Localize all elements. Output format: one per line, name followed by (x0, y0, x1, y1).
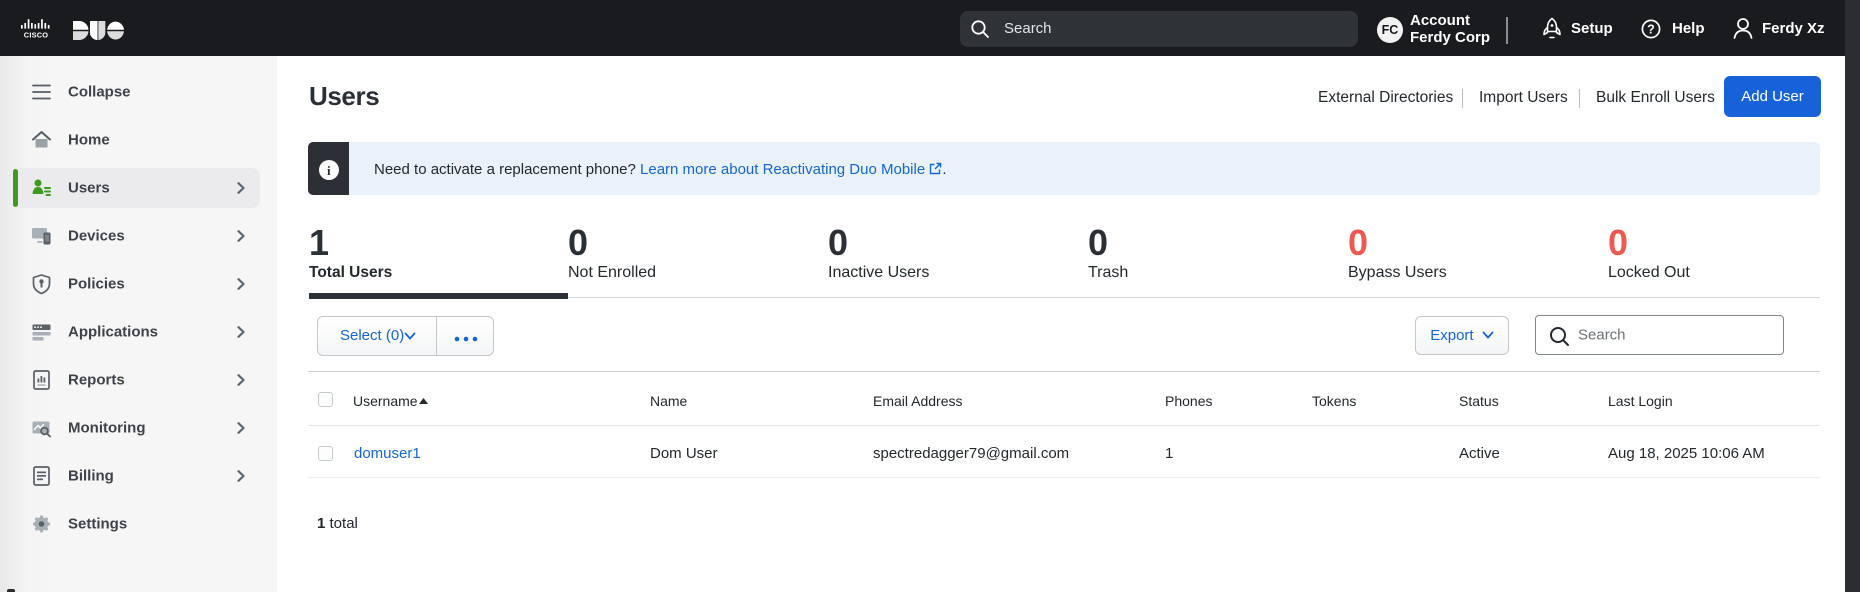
svg-text:?: ? (1647, 23, 1655, 37)
svg-text:CISCO: CISCO (24, 31, 48, 40)
